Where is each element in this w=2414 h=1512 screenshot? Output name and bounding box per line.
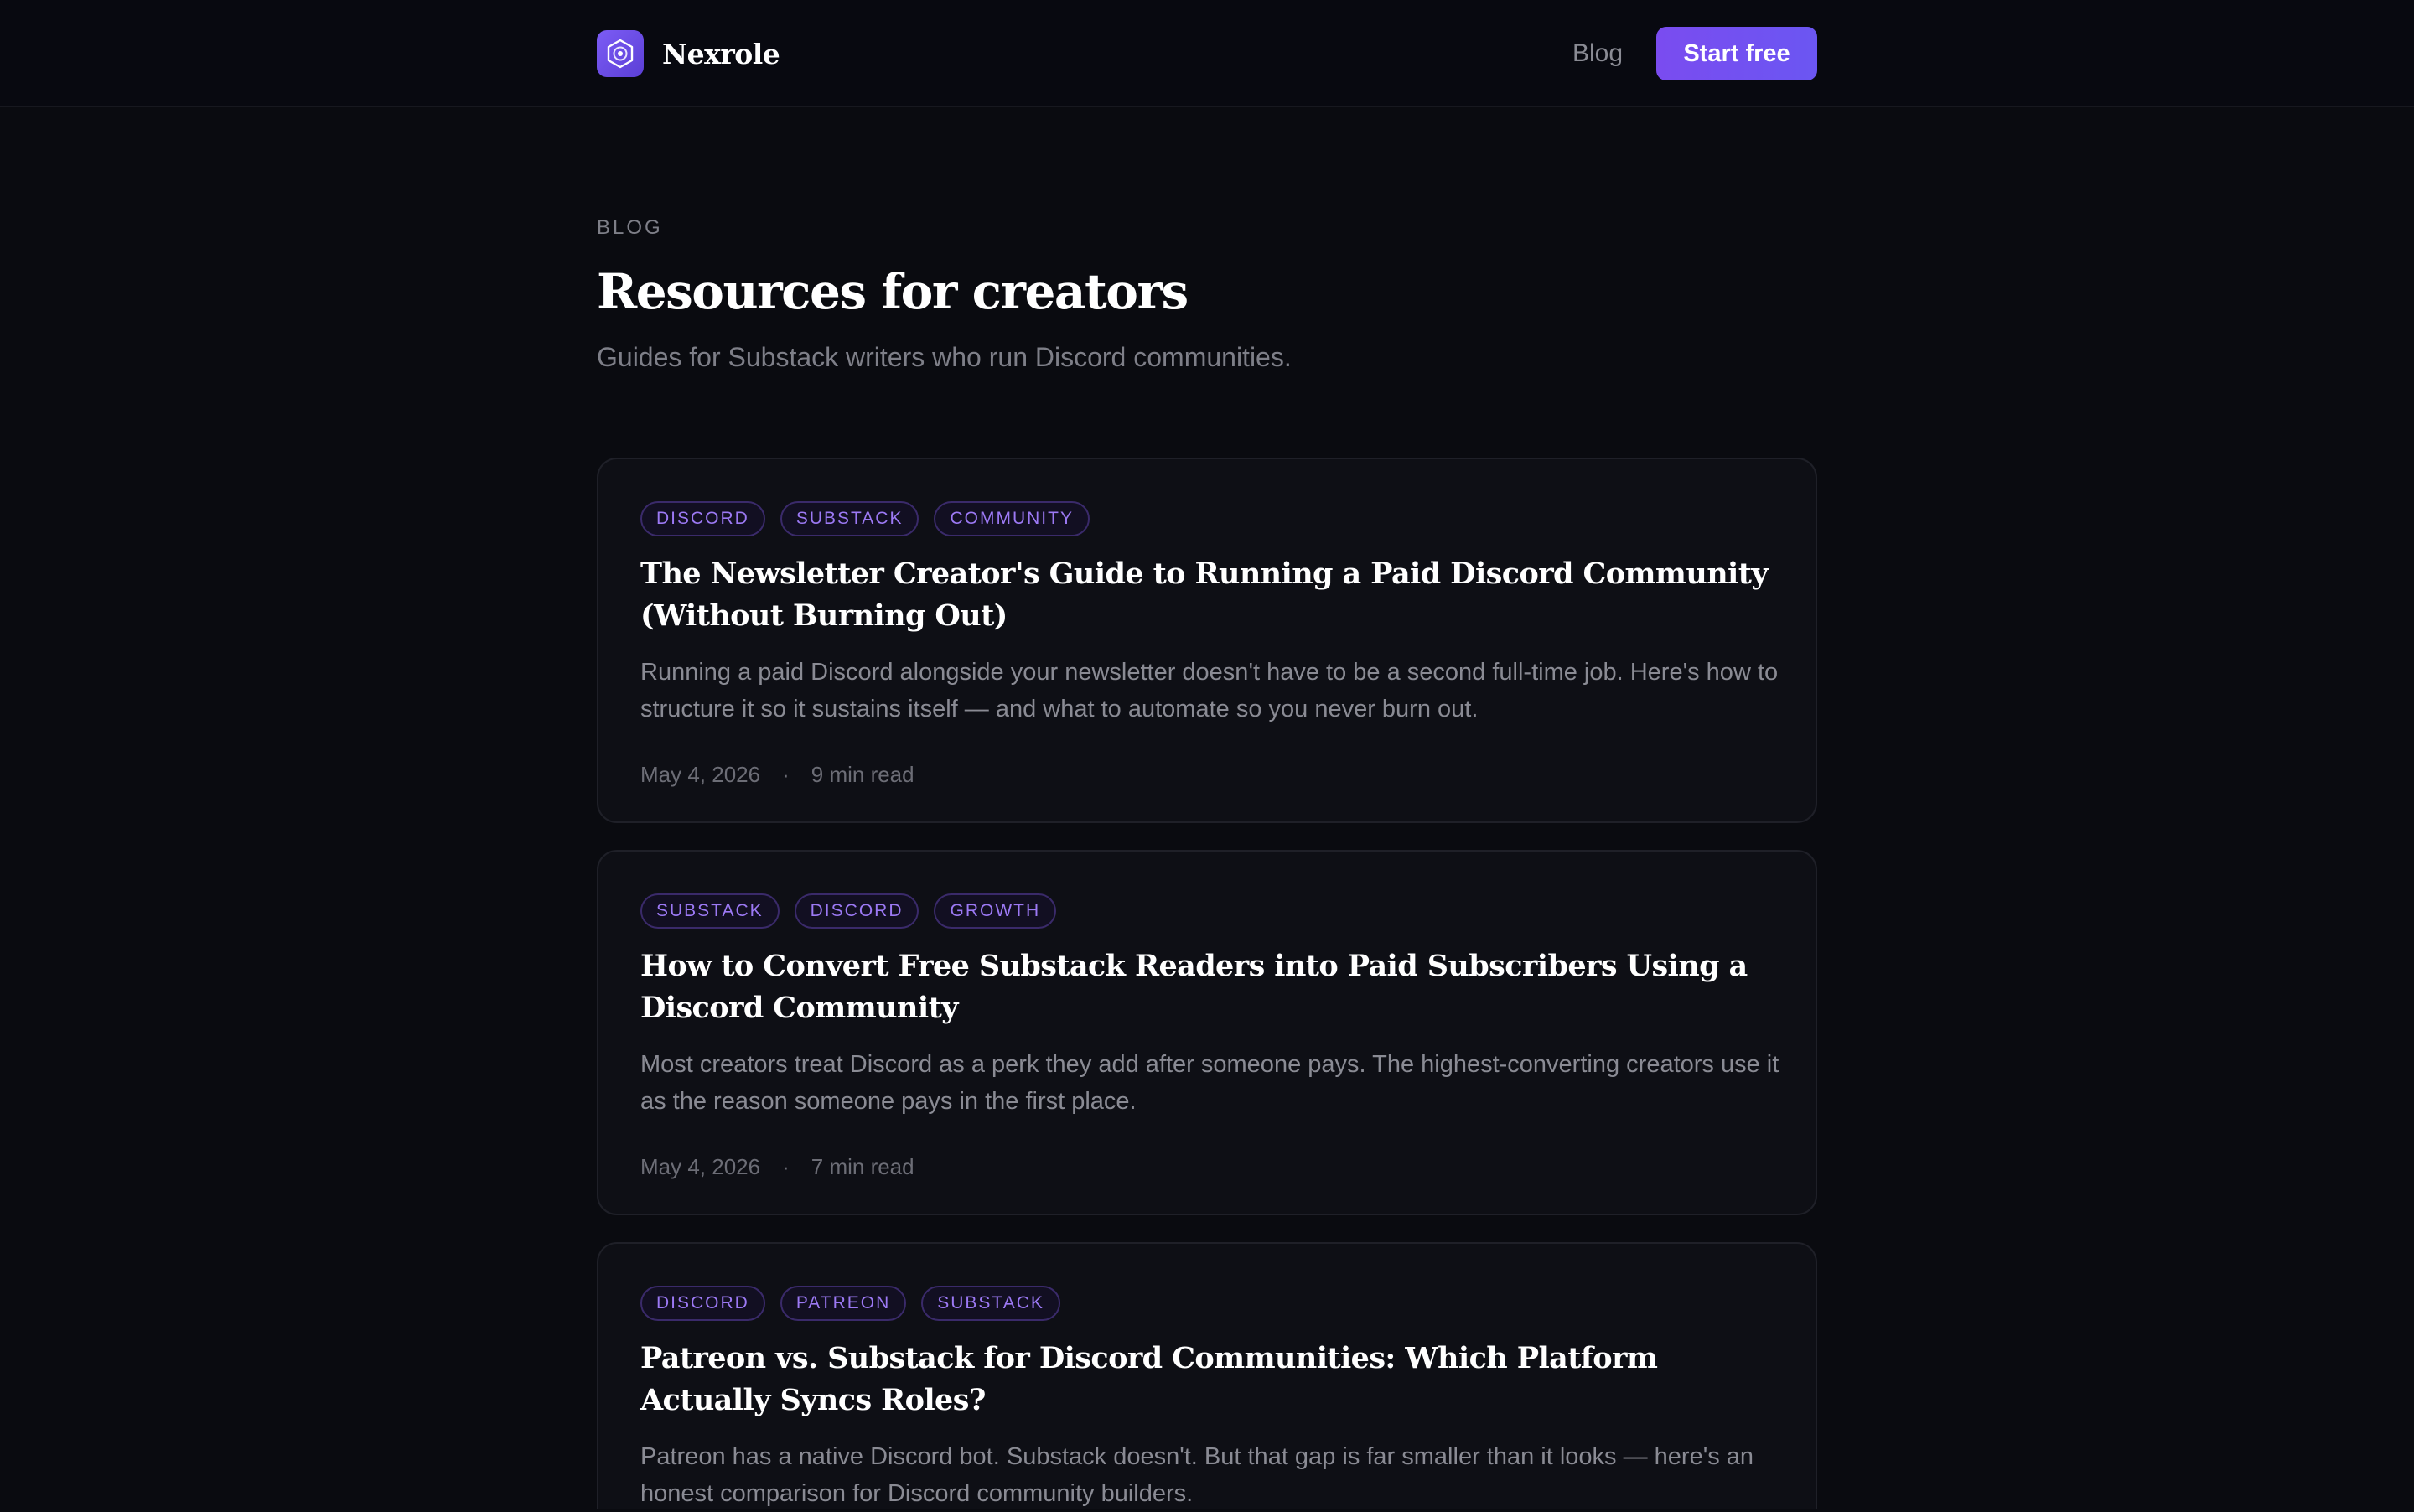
post-tag[interactable]: PATREON [780,1286,907,1321]
post-tag[interactable]: DISCORD [794,893,919,929]
post-card[interactable]: DISCORD SUBSTACK COMMUNITY The Newslette… [597,458,1817,823]
post-title[interactable]: The Newsletter Creator's Guide to Runnin… [640,553,1780,637]
post-tag[interactable]: GROWTH [934,893,1057,929]
post-excerpt: Patreon has a native Discord bot. Substa… [640,1443,1754,1507]
post-tag[interactable]: COMMUNITY [934,501,1090,536]
post-read-time: 7 min read [811,1154,914,1179]
post-meta: May 4, 2026 · 9 min read [640,759,914,790]
post-date: May 4, 2026 [640,1154,761,1179]
post-title[interactable]: How to Convert Free Substack Readers int… [640,945,1780,1029]
start-free-button[interactable]: Start free [1656,27,1817,80]
post-card[interactable]: DISCORD PATREON SUBSTACK Patreon vs. Sub… [597,1242,1817,1509]
post-meta: May 4, 2026 · 7 min read [640,1152,914,1182]
post-tags: DISCORD SUBSTACK COMMUNITY [640,501,1105,536]
post-date: May 4, 2026 [640,762,761,787]
post-title[interactable]: Patreon vs. Substack for Discord Communi… [640,1338,1780,1421]
page-subtitle: Guides for Substack writers who run Disc… [597,342,1292,372]
top-navigation-bar: Nexrole Blog Start free [0,0,2414,107]
brand-home-link[interactable]: Nexrole [597,30,780,77]
post-tag[interactable]: SUBSTACK [640,893,780,929]
post-excerpt: Most creators treat Discord as a perk th… [640,1051,1779,1115]
post-card[interactable]: SUBSTACK DISCORD GROWTH How to Convert F… [597,850,1817,1215]
post-tags: DISCORD PATREON SUBSTACK [640,1286,1075,1321]
meta-separator: · [782,1154,790,1179]
page-title: Resources for creators [597,263,1189,320]
section-eyebrow: BLOG [597,216,663,239]
meta-separator: · [782,762,790,787]
hex-node-icon [597,30,644,77]
post-tags: SUBSTACK DISCORD GROWTH [640,893,1071,929]
post-tag[interactable]: DISCORD [640,1286,765,1321]
brand-name: Nexrole [662,37,780,70]
post-tag[interactable]: SUBSTACK [780,501,919,536]
post-tag[interactable]: DISCORD [640,501,765,536]
post-excerpt: Running a paid Discord alongside your ne… [640,659,1779,722]
post-read-time: 9 min read [811,762,914,787]
post-tag[interactable]: SUBSTACK [921,1286,1060,1321]
nav-blog-link[interactable]: Blog [1572,37,1623,70]
